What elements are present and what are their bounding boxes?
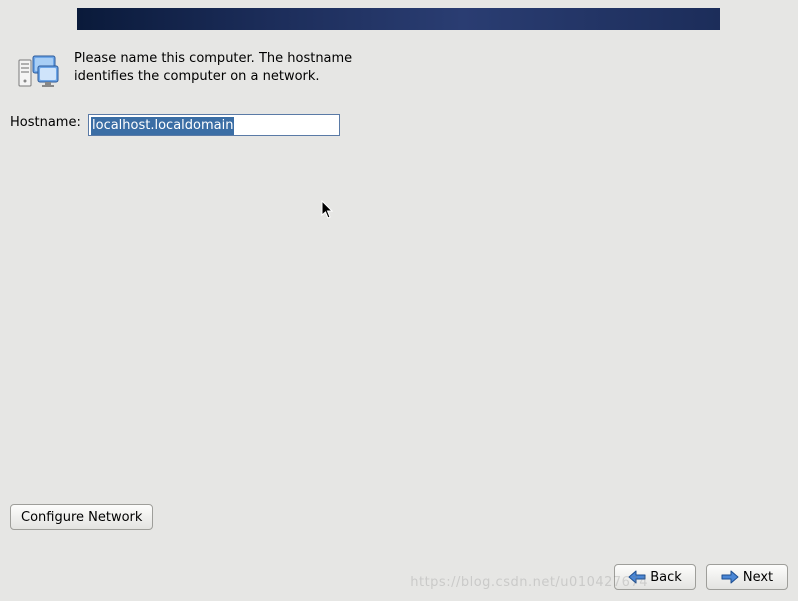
next-button[interactable]: Next — [706, 564, 788, 590]
configure-network-button[interactable]: Configure Network — [10, 504, 153, 530]
configure-network-label: Configure Network — [21, 510, 142, 525]
next-label: Next — [743, 570, 773, 585]
intro-row: Please name this computer. The hostname … — [18, 50, 354, 92]
computer-network-icon — [18, 52, 60, 92]
hostname-row: Hostname: — [10, 115, 81, 130]
intro-text: Please name this computer. The hostname … — [74, 50, 354, 85]
hostname-input[interactable] — [88, 114, 340, 136]
arrow-left-icon — [628, 570, 646, 584]
mouse-cursor-icon — [321, 200, 335, 220]
hostname-label: Hostname: — [10, 115, 81, 130]
nav-buttons: Back Next — [614, 564, 788, 590]
arrow-right-icon — [721, 570, 739, 584]
back-button[interactable]: Back — [614, 564, 696, 590]
back-label: Back — [650, 570, 682, 585]
watermark-text: https://blog.csdn.net/u010427674 — [410, 575, 648, 590]
header-banner — [77, 8, 720, 30]
